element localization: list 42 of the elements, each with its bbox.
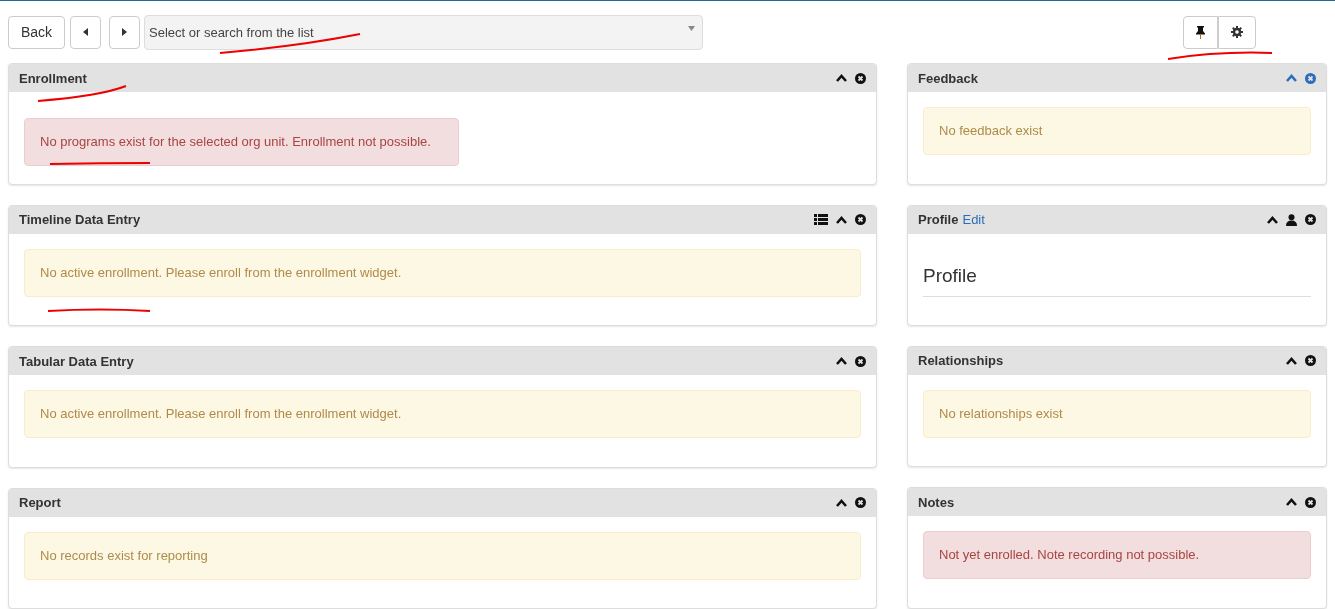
panel-title: Timeline Data Entry [19,212,141,227]
gear-icon [1231,26,1243,38]
alert-message: Not yet enrolled. Note recording not possible. [923,531,1311,580]
alert-message: No active enrollment. Please enroll from the enrollment widget. [24,390,861,438]
chevron-up-icon[interactable] [1286,498,1297,507]
chevron-up-icon[interactable] [836,498,847,507]
alert-message: No relationships exist [923,389,1311,438]
list-icon[interactable] [814,214,828,225]
close-icon[interactable] [855,72,866,84]
panel-title: Report [19,495,61,510]
chevron-up-icon[interactable] [1286,356,1297,365]
panel-title: Relationships [918,353,1004,369]
panel-title: Enrollment [19,70,87,86]
alert-message: No programs exist for the selected org unit. Enrollment not possible. [24,118,459,166]
chevron-up-icon[interactable] [836,74,847,82]
close-icon[interactable] [855,355,866,367]
panel-title: Feedback [918,70,978,86]
alert-message: No records exist for reporting [24,531,861,580]
panel-title: Notes [918,494,955,510]
close-icon[interactable] [855,497,866,508]
user-icon[interactable] [1286,213,1297,226]
section-heading: Profile [923,233,1311,297]
chevron-up-icon[interactable] [836,215,847,224]
close-icon[interactable] [1305,355,1316,367]
alert-message: No feedback exist [923,107,1311,155]
caret-right-icon [122,28,127,36]
pin-button[interactable] [1183,15,1218,49]
pushpin-icon [1196,25,1205,39]
select-field[interactable]: Select or search from the list [144,14,703,50]
panel-title: Tabular Data Entry [19,353,134,369]
caret-left-icon [83,28,88,36]
panel-title: Profile [918,212,959,228]
settings-button[interactable] [1218,15,1256,49]
close-icon[interactable] [1305,496,1316,508]
alert-message: No active enrollment. Please enroll from the enrollment widget. [24,248,861,297]
edit-link[interactable]: Edit [962,212,985,228]
chevron-up-icon[interactable] [1267,215,1278,224]
close-icon[interactable] [855,214,866,225]
chevron-up-icon[interactable] [836,357,847,365]
close-icon[interactable] [1305,214,1316,226]
back-button[interactable]: Back [8,15,65,49]
caret-down-icon [688,25,695,31]
